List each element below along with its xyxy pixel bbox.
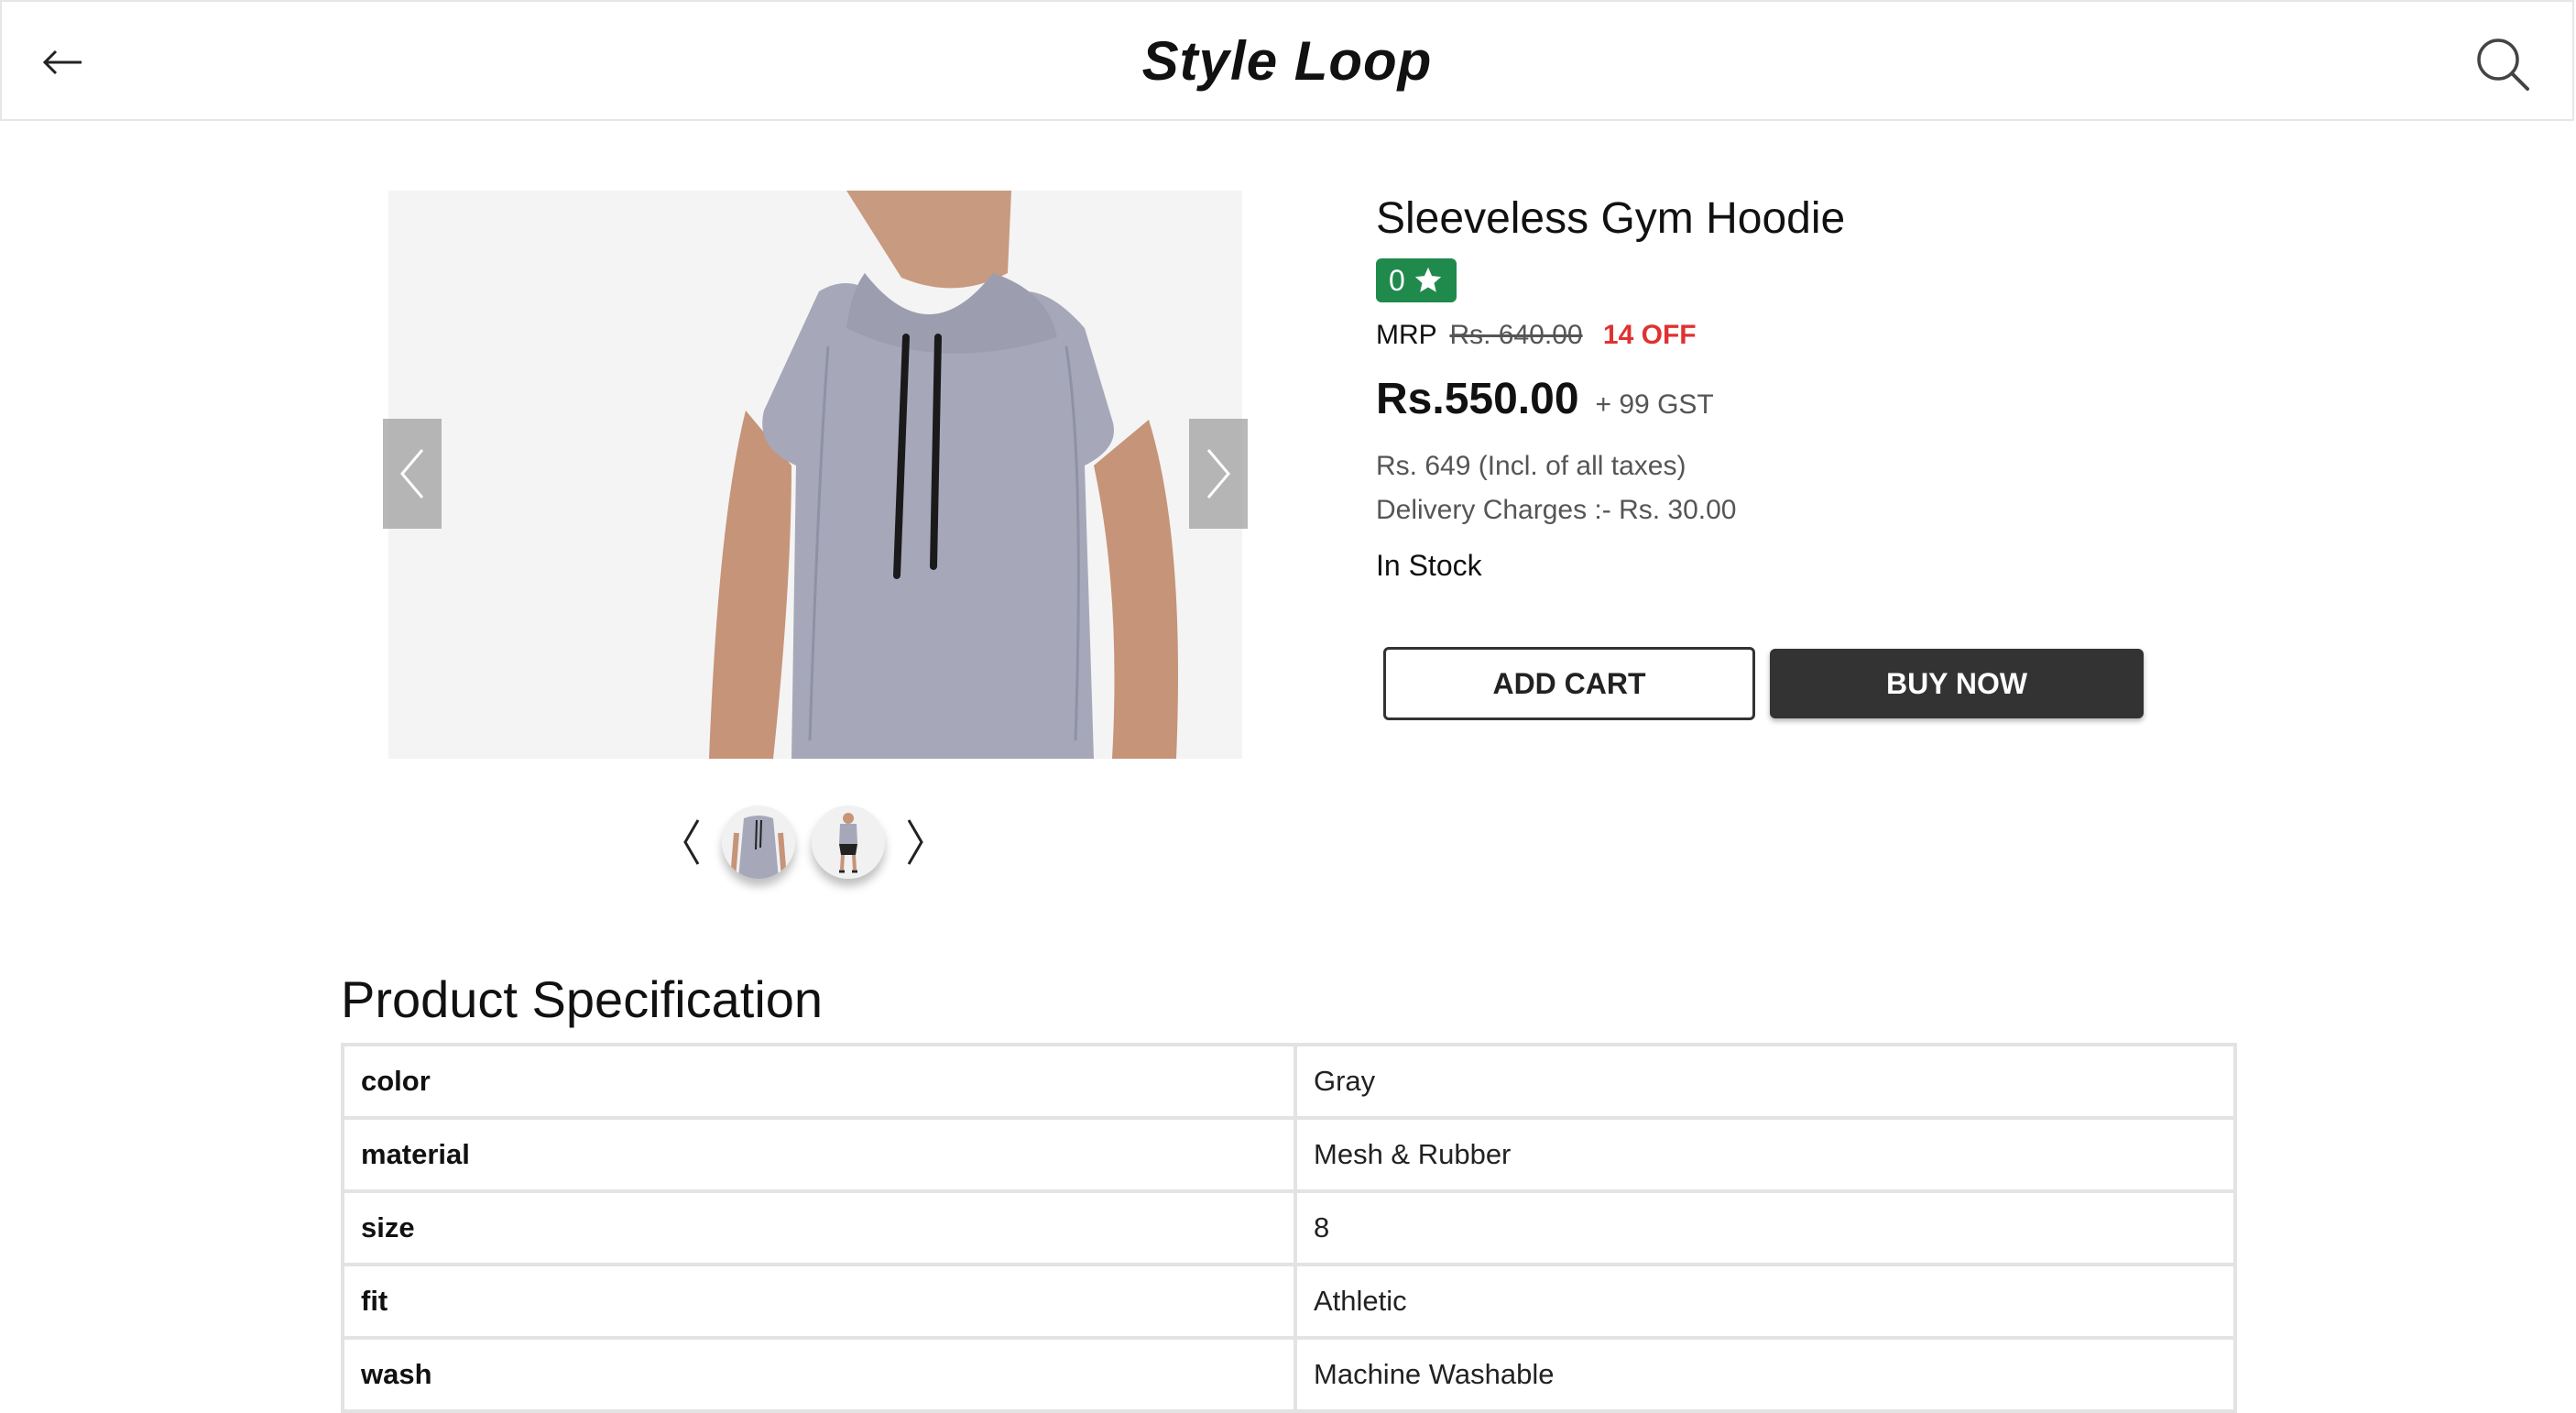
spec-value: 8 <box>1293 1189 2237 1266</box>
table-row: fit Athletic <box>341 1263 2237 1340</box>
table-row: size 8 <box>341 1189 2237 1266</box>
delivery-charges: Delivery Charges :- Rs. 30.00 <box>1376 495 1737 525</box>
spec-key: wash <box>341 1336 1297 1413</box>
chevron-right-icon <box>907 819 923 865</box>
spec-key: size <box>341 1189 1297 1266</box>
spec-title: Product Specification <box>341 970 824 1028</box>
thumbnail-prev-button[interactable] <box>678 815 705 870</box>
search-button[interactable] <box>2472 33 2534 95</box>
spec-key: material <box>341 1116 1297 1193</box>
mrp-line: MRP Rs. 640.00 14 OFF <box>1376 317 2200 354</box>
app-header: Style Loop <box>0 0 2574 121</box>
table-row: color Gray <box>341 1043 2237 1120</box>
brand-logo[interactable]: Style Loop <box>2 29 2572 93</box>
thumbnail-strip <box>678 801 929 883</box>
spec-value: Athletic <box>1293 1263 2237 1340</box>
buy-now-button[interactable]: BUY NOW <box>1770 649 2144 718</box>
gallery-prev-button[interactable] <box>383 419 442 529</box>
mrp-old-price: Rs. 640.00 <box>1449 320 1583 350</box>
chevron-left-icon <box>683 819 700 865</box>
chevron-right-icon <box>1206 449 1230 498</box>
spec-key: color <box>341 1043 1297 1120</box>
spec-value: Mesh & Rubber <box>1293 1116 2237 1193</box>
table-row: wash Machine Washable <box>341 1336 2237 1413</box>
spec-value: Gray <box>1293 1043 2237 1120</box>
price: Rs.550.00 <box>1376 375 1579 423</box>
chevron-left-icon <box>400 449 424 498</box>
product-actions: ADD CART BUY NOW <box>1383 647 2144 720</box>
product-title: Sleeveless Gym Hoodie <box>1376 194 1846 243</box>
table-row: material Mesh & Rubber <box>341 1116 2237 1193</box>
star-icon <box>1414 267 1441 292</box>
incl-taxes: Rs. 649 (Incl. of all taxes) <box>1376 451 1686 481</box>
product-main-image <box>388 191 1242 759</box>
spec-table: color Gray material Mesh & Rubber size 8… <box>341 1043 2237 1413</box>
mrp-label: MRP <box>1376 320 1437 350</box>
rating-badge: 0 <box>1376 258 1457 302</box>
add-cart-button[interactable]: ADD CART <box>1383 647 1755 720</box>
gst-label: + 99 GST <box>1595 389 1714 420</box>
spec-value: Machine Washable <box>1293 1336 2237 1413</box>
search-icon <box>2477 38 2529 91</box>
thumbnail-next-button[interactable] <box>901 815 929 870</box>
spec-key: fit <box>341 1263 1297 1340</box>
stock-status: In Stock <box>1376 549 1482 582</box>
thumbnail-image[interactable] <box>812 805 885 879</box>
rating-value: 0 <box>1389 264 1405 297</box>
product-info: Sleeveless Gym Hoodie 0 MRP Rs. 640.00 1… <box>1376 191 2200 586</box>
discount-label: 14 OFF <box>1602 320 1697 350</box>
thumbnail-image[interactable] <box>722 805 795 879</box>
gallery-next-button[interactable] <box>1189 419 1248 529</box>
price-line: Rs.550.00 + 99 GST <box>1376 374 2200 424</box>
